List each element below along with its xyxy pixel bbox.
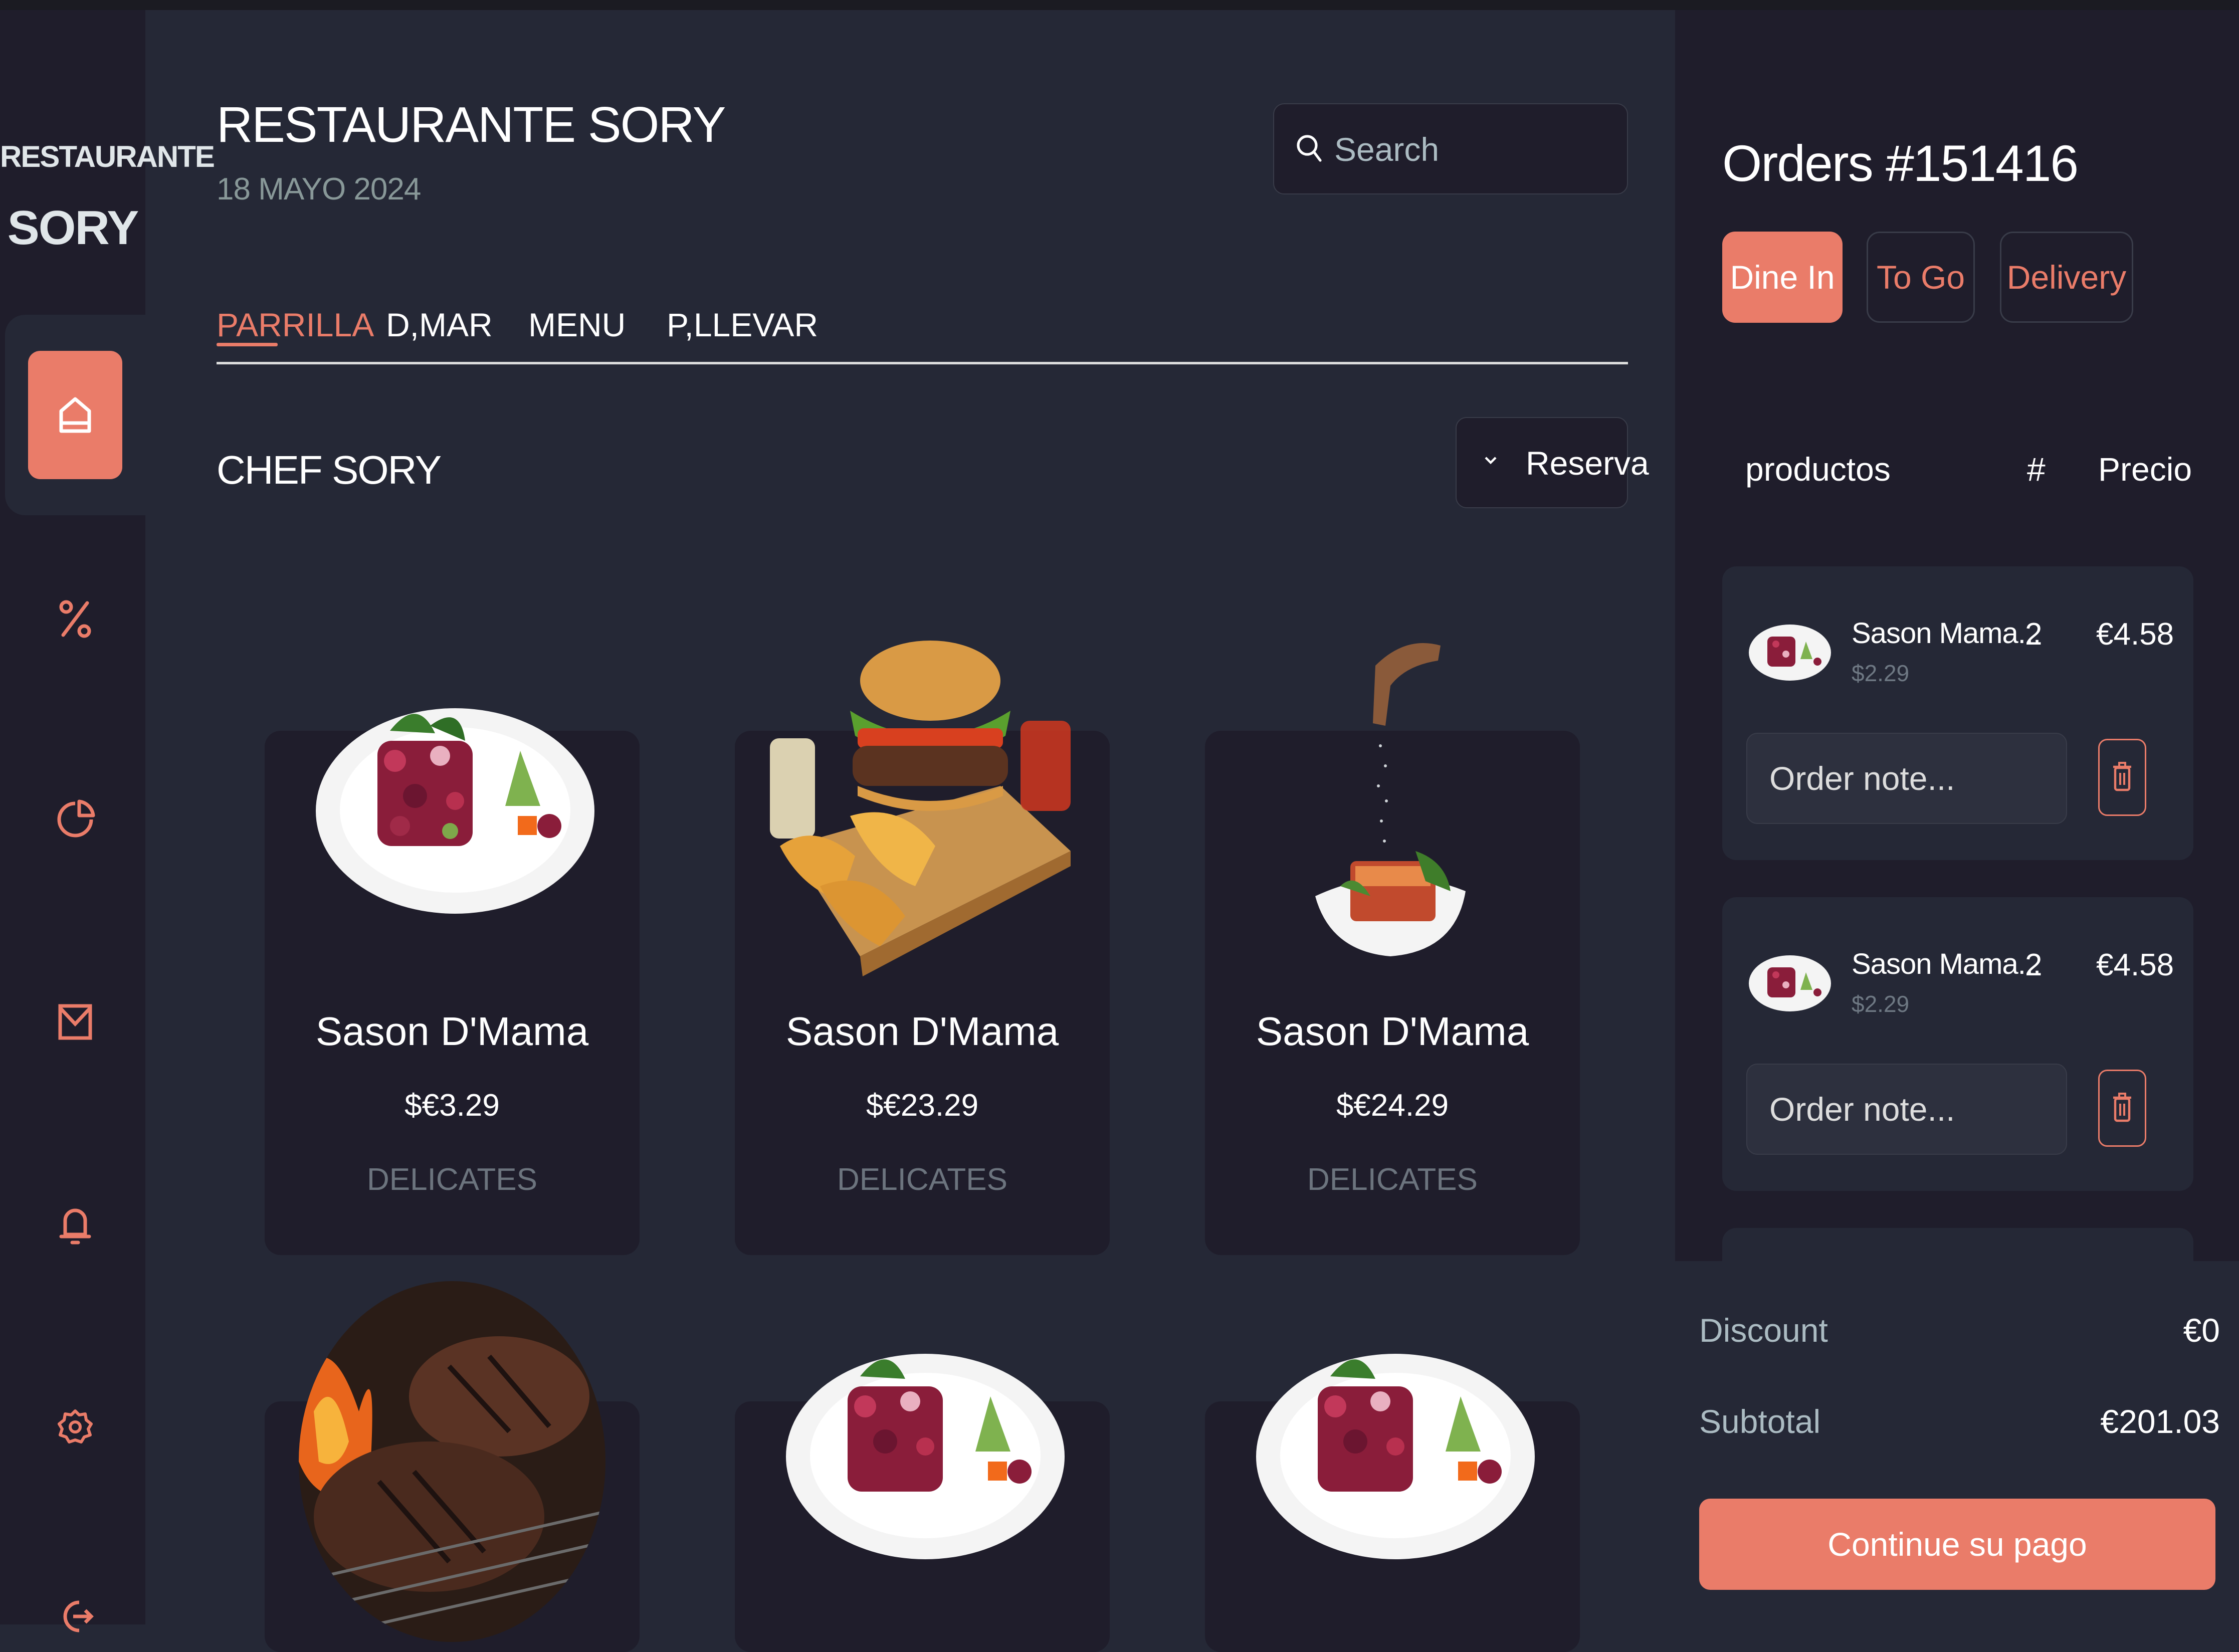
main-content: RESTAURANTE SORY 18 MAYO 2024 PARRILLA D… xyxy=(145,10,1675,1652)
column-header-price: Precio xyxy=(2098,451,2192,488)
pie-chart-icon xyxy=(57,799,95,838)
product-image xyxy=(1310,626,1471,956)
section-title: CHEF SORY xyxy=(217,448,442,492)
delete-item-button[interactable] xyxy=(2098,1070,2146,1147)
order-note-input[interactable] xyxy=(1746,733,2067,824)
sidebar-item-logout[interactable] xyxy=(48,1589,103,1644)
product-card[interactable] xyxy=(1205,1354,1580,1652)
product-card[interactable]: Sason D'Mama $€24.29 DELICATES xyxy=(1205,643,1580,1255)
product-card[interactable]: Sason D'Mama $€3.29 DELICATES xyxy=(265,708,640,1255)
window-top-strip xyxy=(0,0,2239,10)
reserva-dropdown[interactable]: Reserva xyxy=(1456,417,1649,508)
active-tab-indicator xyxy=(217,343,278,346)
sidebar-item-home[interactable] xyxy=(28,351,122,479)
discount-label: Discount xyxy=(1699,1312,1828,1349)
product-name: Sason D'Mama xyxy=(315,1009,589,1054)
product-category: DELICATES xyxy=(367,1162,537,1197)
page-date: 18 MAYO 2024 xyxy=(217,172,421,207)
order-item-name: Sason Mama... xyxy=(1852,617,2041,650)
orders-panel: Orders #151416 Dine In To Go Delivery pr… xyxy=(1675,10,2239,1288)
product-image xyxy=(770,636,1081,976)
product-card[interactable]: Sason D'Mama $€23.29 DELICATES xyxy=(735,641,1110,1255)
settings-icon xyxy=(58,1409,93,1443)
tab-label: PARRILLA xyxy=(217,306,374,343)
order-item-unit-price: $2.29 xyxy=(1852,991,1910,1017)
product-category: DELICATES xyxy=(1307,1162,1478,1197)
continue-payment-button[interactable]: Continue su pago xyxy=(1699,1499,2215,1590)
subtotal-value: €201.03 xyxy=(2100,1403,2220,1440)
order-item-unit-price: $2.29 xyxy=(1852,660,1910,686)
column-header-qty: # xyxy=(2027,451,2046,488)
discount-icon xyxy=(59,600,91,638)
order-item: Sason Mama... $2.29 2 €4.58 xyxy=(1722,897,2193,1191)
order-item-name: Sason Mama... xyxy=(1852,948,2041,980)
dropdown-label: Reserva xyxy=(1526,445,1649,482)
search-box[interactable] xyxy=(1273,103,1628,194)
category-tabs: PARRILLA D,MAR MENU P,LLEVAR xyxy=(217,291,1628,364)
product-name: Sason D'Mama xyxy=(1256,1009,1529,1054)
sidebar-item-discount[interactable] xyxy=(48,591,103,647)
product-name: Sason D'Mama xyxy=(785,1009,1059,1054)
sidebar: RESTAURANTE SORY xyxy=(0,10,215,1632)
mail-icon xyxy=(58,1004,92,1040)
home-icon xyxy=(59,397,91,433)
trash-icon xyxy=(2113,1093,2131,1122)
sidebar-item-notifications[interactable] xyxy=(48,1197,103,1252)
tab-d-mar[interactable]: D,MAR xyxy=(386,306,493,344)
product-price: $€23.29 xyxy=(866,1088,979,1123)
page-title: RESTAURANTE SORY xyxy=(217,97,726,153)
sidebar-item-dashboard[interactable] xyxy=(48,792,103,847)
column-header-product: productos xyxy=(1745,451,1891,488)
order-item-thumbnail xyxy=(1749,955,1831,1011)
tab-p-llevar[interactable]: P,LLEVAR xyxy=(667,306,818,344)
product-price: $€3.29 xyxy=(404,1088,500,1123)
product-image xyxy=(1255,1346,1536,1562)
subtotal-label: Subtotal xyxy=(1699,1403,1821,1440)
delete-item-button[interactable] xyxy=(2098,739,2146,816)
order-item-total: €4.58 xyxy=(2096,617,2174,652)
order-item: Sason Mama... $2.29 2 €4.58 xyxy=(1722,566,2193,860)
tab-parrilla[interactable]: PARRILLA xyxy=(217,306,374,346)
order-item-qty[interactable]: 2 xyxy=(2025,947,2042,983)
order-note-input[interactable] xyxy=(1746,1064,2067,1155)
sidebar-item-home-wrapper xyxy=(5,315,150,515)
order-item-thumbnail xyxy=(1749,625,1831,681)
logout-icon xyxy=(63,1600,94,1632)
sidebar-item-messages[interactable] xyxy=(48,994,103,1050)
mode-dine-in-button[interactable]: Dine In xyxy=(1722,232,1843,323)
order-title: Orders #151416 xyxy=(1722,135,2079,192)
mode-to-go-button[interactable]: To Go xyxy=(1867,232,1975,323)
brand-name-line2: SORY xyxy=(7,201,139,255)
chevron-down-icon xyxy=(1481,447,1501,477)
sidebar-item-settings[interactable] xyxy=(48,1399,103,1455)
order-summary: Discount €0 Subtotal €201.03 Continue su… xyxy=(1675,1261,2239,1624)
product-category: DELICATES xyxy=(837,1162,1007,1197)
trash-icon xyxy=(2113,762,2131,791)
order-item-total: €4.58 xyxy=(2096,948,2174,982)
product-card[interactable] xyxy=(265,1281,640,1652)
product-card[interactable] xyxy=(735,1354,1110,1652)
order-item-qty[interactable]: 2 xyxy=(2025,616,2042,652)
product-image xyxy=(785,1346,1066,1562)
search-input[interactable] xyxy=(1333,126,1616,172)
mode-delivery-button[interactable]: Delivery xyxy=(2000,232,2133,323)
tab-menu[interactable]: MENU xyxy=(528,306,626,344)
discount-value: €0 xyxy=(2183,1312,2220,1349)
product-image xyxy=(299,1281,605,1642)
bell-icon xyxy=(59,1208,91,1245)
product-image xyxy=(315,676,595,916)
product-price: $€24.29 xyxy=(1336,1088,1449,1123)
search-icon xyxy=(1297,135,1322,162)
brand-name-line1: RESTAURANTE xyxy=(0,140,215,173)
